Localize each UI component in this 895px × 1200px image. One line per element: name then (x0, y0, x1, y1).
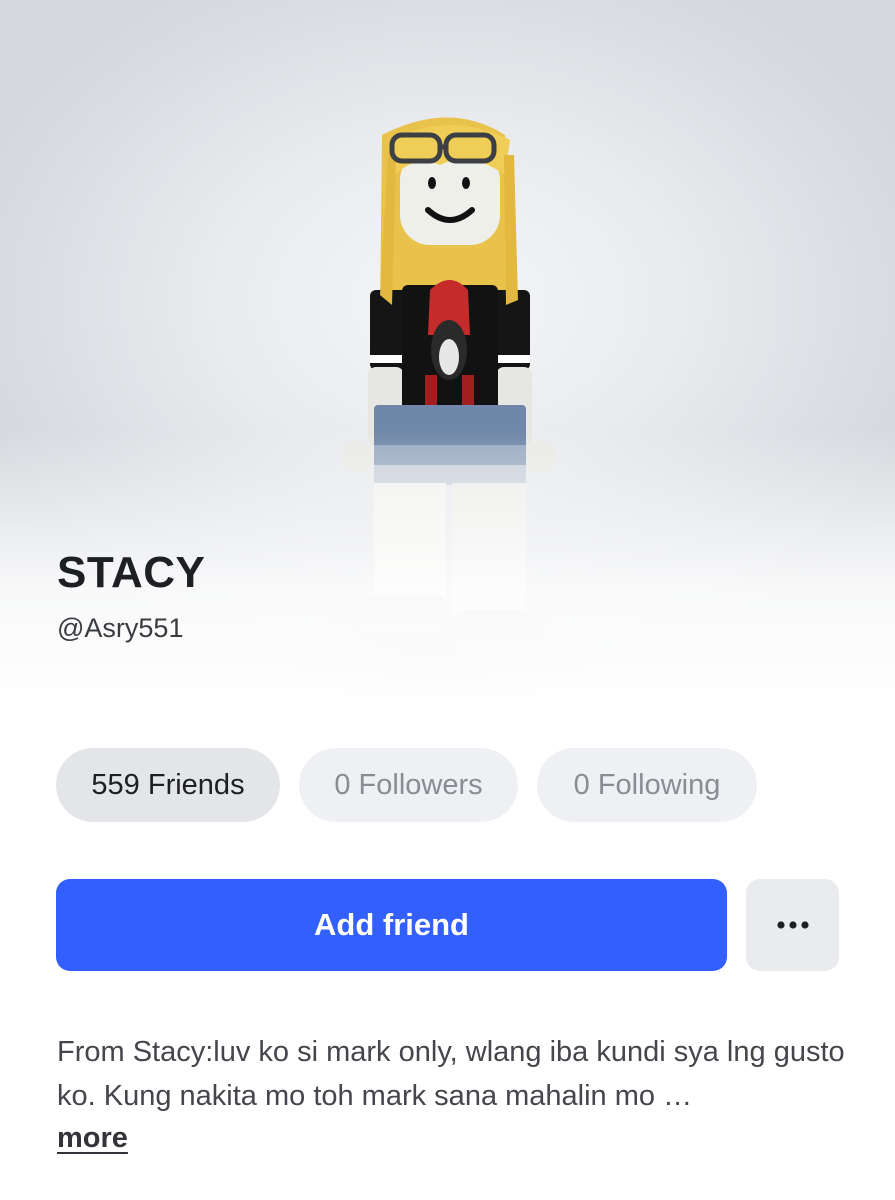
following-stat-button[interactable]: 0 Following (537, 748, 757, 822)
more-horizontal-icon (776, 921, 809, 929)
bio-text: From Stacy:luv ko si mark only, wlang ib… (57, 1036, 845, 1112)
avatar-backdrop (0, 0, 895, 720)
username: @Asry551 (57, 613, 184, 643)
bio-more-link[interactable]: more (57, 1122, 128, 1155)
add-friend-button[interactable]: Add friend (56, 879, 727, 971)
friends-stat-button[interactable]: 559 Friends (56, 748, 280, 822)
display-name: STACY (57, 548, 206, 597)
more-options-button[interactable] (746, 879, 839, 971)
followers-stat-button[interactable]: 0 Followers (299, 748, 518, 822)
